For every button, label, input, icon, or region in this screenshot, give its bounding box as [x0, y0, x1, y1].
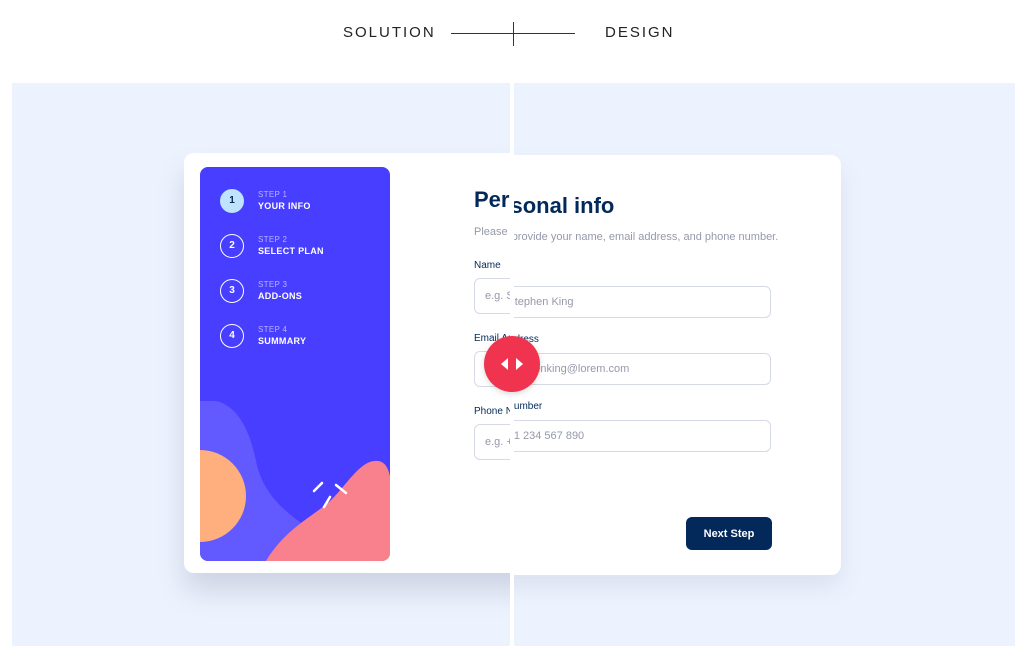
- toggle-marker: [513, 22, 514, 46]
- step-title: YOUR INFO: [258, 201, 311, 211]
- step-title: ADD-ONS: [258, 291, 303, 301]
- page-title: Personal info: [474, 187, 511, 212]
- left-right-arrows-icon: [501, 358, 523, 370]
- solution-label[interactable]: SOLUTION: [343, 24, 436, 41]
- step-1[interactable]: 1 STEP 1 YOUR INFO: [220, 189, 380, 215]
- step-2[interactable]: 2 STEP 2 SELECT PLAN: [220, 234, 380, 260]
- design-label[interactable]: DESIGN: [605, 24, 675, 41]
- phone-input[interactable]: [511, 420, 771, 452]
- step-number: 4: [220, 324, 244, 348]
- form-card-design: Personal info Please provide your name, …: [511, 155, 841, 575]
- name-label: Name: [474, 260, 501, 271]
- next-step-button[interactable]: Next Step: [686, 517, 772, 550]
- step-label: STEP 3: [258, 280, 288, 289]
- phone-input[interactable]: [474, 424, 511, 460]
- name-input[interactable]: [474, 278, 511, 314]
- step-4[interactable]: 4 STEP 4 SUMMARY: [220, 324, 380, 350]
- step-label: STEP 4: [258, 325, 288, 334]
- steps-sidebar: 1 STEP 1 YOUR INFO 2 STEP 2 SELECT PLAN …: [200, 167, 390, 561]
- view-toggle-header: SOLUTION DESIGN: [0, 22, 1031, 46]
- phone-label: Phone Number: [474, 406, 511, 417]
- solution-pane: 1 STEP 1 YOUR INFO 2 STEP 2 SELECT PLAN …: [12, 83, 511, 646]
- step-title: SELECT PLAN: [258, 246, 324, 256]
- step-number: 2: [220, 234, 244, 258]
- step-number: 1: [220, 189, 244, 213]
- design-pane: Personal info Please provide your name, …: [511, 83, 1015, 646]
- name-input[interactable]: [511, 286, 771, 318]
- step-label: STEP 2: [258, 235, 288, 244]
- form-card-solution: 1 STEP 1 YOUR INFO 2 STEP 2 SELECT PLAN …: [184, 153, 511, 573]
- step-title: SUMMARY: [258, 336, 307, 346]
- comparison-handle[interactable]: [484, 336, 540, 392]
- page-subtitle: Please provide your name, email address,…: [511, 231, 779, 243]
- step-number: 3: [220, 279, 244, 303]
- step-label: STEP 1: [258, 190, 288, 199]
- step-3[interactable]: 3 STEP 3 ADD-ONS: [220, 279, 380, 305]
- sidebar-decoration: [200, 401, 390, 561]
- page-subtitle: Please provide your name, email address,…: [474, 226, 511, 238]
- phone-label: Phone Number: [511, 401, 543, 412]
- page-title: Personal info: [511, 193, 615, 218]
- email-input[interactable]: [511, 353, 771, 385]
